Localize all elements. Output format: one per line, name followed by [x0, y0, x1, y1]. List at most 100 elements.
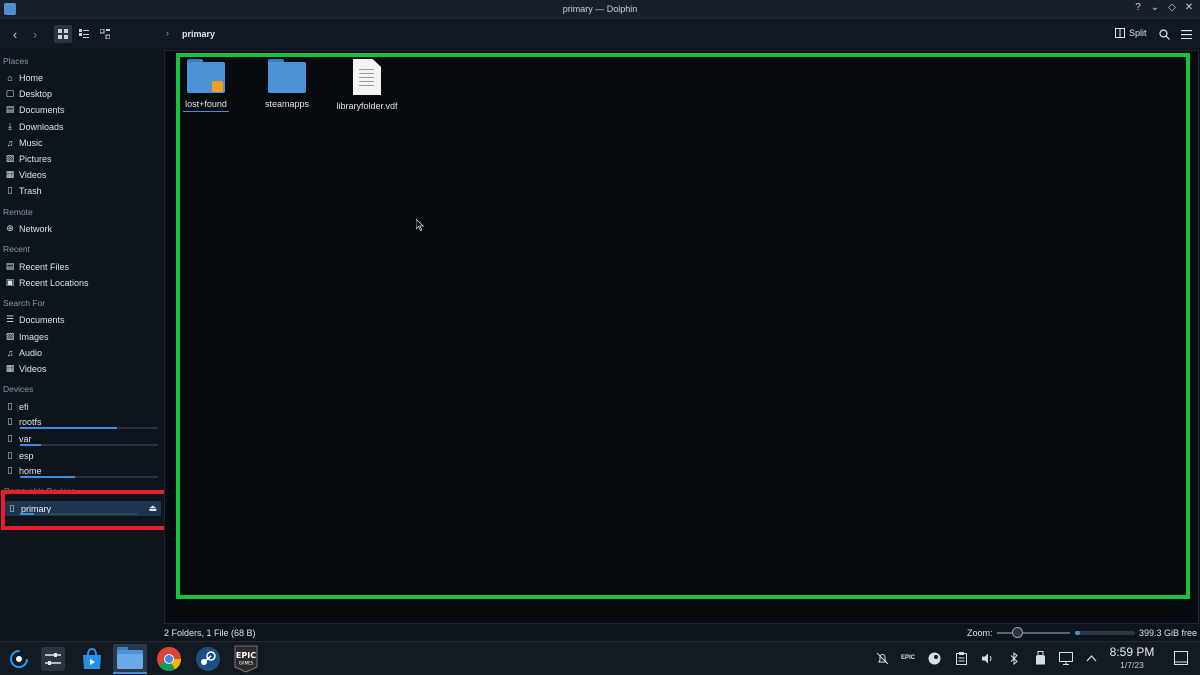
store-icon [83, 647, 101, 669]
breadcrumb-current[interactable]: primary [182, 29, 215, 39]
sidebar-item-documents[interactable]: ▤ Documents [5, 102, 160, 117]
taskbar-chrome[interactable] [152, 644, 186, 674]
icons-view-icon [58, 29, 68, 39]
maximize-button[interactable]: ◇ [1167, 2, 1177, 13]
section-recent: Recent [3, 244, 30, 254]
free-space-bar [1075, 631, 1135, 635]
desktop-icon: ▢ [5, 88, 15, 98]
file-name: steamapps [264, 99, 310, 109]
file-item-libraryfolder[interactable]: libraryfolder.vdf [336, 59, 398, 111]
drive-icon: ▯ [7, 401, 13, 411]
sidebar-item-esp[interactable]: ▯ esp [5, 448, 160, 463]
taskbar: EPIC GAMES EPIC 8:59 PM 1/7/23 [0, 641, 1200, 675]
hamburger-menu-button[interactable] [1179, 25, 1193, 43]
epic-tray-icon[interactable]: EPIC [901, 651, 915, 665]
usage-fill-rootfs [20, 427, 117, 429]
zoom-slider-track[interactable] [997, 632, 1070, 634]
taskbar-epic-games[interactable]: EPIC GAMES [229, 644, 263, 674]
free-space-fill [1075, 631, 1080, 635]
help-button[interactable]: ? [1133, 2, 1143, 13]
show-desktop-icon[interactable] [1173, 650, 1189, 666]
clock[interactable]: 8:59 PM 1/7/23 [1108, 645, 1156, 670]
clipboard-icon[interactable] [954, 651, 968, 665]
trash-icon: ▯ [7, 185, 13, 195]
minimize-button[interactable]: ⌄ [1150, 2, 1160, 13]
folder-app-icon [117, 647, 143, 669]
sidebar-item-downloads[interactable]: ⤓ Downloads [5, 119, 160, 134]
search-button[interactable] [1157, 25, 1171, 43]
file-item-steamapps[interactable]: steamapps [257, 59, 317, 109]
drive-icon: ▯ [7, 465, 13, 475]
folder-locked-icon [187, 59, 225, 93]
back-arrow-icon: ‹ [12, 26, 18, 42]
split-button[interactable]: Split [1115, 28, 1147, 38]
pictures-icon: ▨ [5, 153, 15, 163]
taskbar-dolphin[interactable] [113, 644, 147, 674]
close-button[interactable]: ✕ [1184, 2, 1194, 13]
drive-icon: ▯ [7, 433, 13, 443]
sidebar-item-recent-files[interactable]: ▤ Recent Files [5, 259, 160, 274]
section-remote: Remote [3, 207, 33, 217]
sidebar-item-home[interactable]: ⌂ Home [5, 70, 160, 85]
display-icon[interactable] [1059, 651, 1073, 665]
images-icon: ▨ [5, 331, 15, 341]
sidebar-item-desktop[interactable]: ▢ Desktop [5, 86, 160, 101]
sidebar-item-trash[interactable]: ▯ Trash [5, 183, 160, 198]
toolbar: ‹ › › primary Split [0, 20, 1200, 48]
status-bar: 2 Folders, 1 File (68 B) Zoom: 399.3 GiB… [0, 625, 1200, 641]
highlight-box-red [1, 490, 169, 530]
usb-device-icon[interactable] [1033, 651, 1047, 665]
split-icon [1115, 28, 1125, 38]
steamos-icon [10, 650, 28, 668]
back-button[interactable]: ‹ [8, 25, 22, 43]
details-view-button[interactable] [97, 25, 113, 43]
file-name: libraryfolder.vdf [336, 101, 398, 111]
steam-tray-icon[interactable] [927, 651, 941, 665]
usage-bar-home [20, 476, 158, 478]
file-item-lost-found[interactable]: lost+found [176, 59, 236, 112]
sidebar-item-recent-locations[interactable]: ▣ Recent Locations [5, 275, 160, 290]
downloads-icon: ⤓ [8, 121, 12, 131]
sidebar-item-pictures[interactable]: ▨ Pictures [5, 151, 160, 166]
split-label: Split [1129, 28, 1147, 38]
details-view-icon [100, 29, 110, 39]
videos-icon: ▦ [5, 169, 15, 179]
sidebar-item-network[interactable]: ⊕ Network [5, 221, 160, 236]
compact-view-icon [79, 29, 89, 38]
chrome-icon [157, 647, 181, 672]
taskbar-system-settings[interactable] [36, 644, 70, 674]
taskbar-discover[interactable] [75, 644, 109, 674]
taskbar-steam[interactable] [191, 644, 225, 674]
icons-view-button[interactable] [54, 25, 72, 43]
forward-button[interactable]: › [28, 25, 42, 43]
window-controls: ? ⌄ ◇ ✕ [1133, 2, 1194, 13]
bluetooth-icon[interactable] [1007, 651, 1021, 665]
volume-icon[interactable] [980, 651, 994, 665]
steam-icon [196, 647, 220, 671]
highlight-box-green [176, 53, 1190, 599]
hamburger-menu-icon [1180, 29, 1192, 39]
title-bar: primary — Dolphin ? ⌄ ◇ ✕ [0, 0, 1200, 19]
compact-view-button[interactable] [76, 25, 92, 43]
zoom-slider-handle[interactable] [1012, 627, 1023, 638]
places-panel: Places ⌂ Home ▢ Desktop ▤ Documents ⤓ Downlo… [0, 50, 164, 640]
breadcrumb-separator-icon: › [166, 28, 169, 38]
chevron-up-icon[interactable] [1084, 651, 1098, 665]
clock-time: 8:59 PM [1109, 645, 1155, 659]
sidebar-item-search-audio[interactable]: ♫ Audio [5, 345, 160, 360]
sidebar-item-search-images[interactable]: ▨ Images [5, 329, 160, 344]
sidebar-item-efi[interactable]: ▯ efi [5, 399, 160, 414]
zoom-label: Zoom: [967, 628, 993, 638]
forward-arrow-icon: › [32, 26, 38, 42]
folder-icon [268, 59, 306, 93]
svg-text:GAMES: GAMES [239, 661, 254, 666]
taskbar-steamos-menu[interactable] [2, 644, 36, 674]
usage-bar-var [20, 444, 158, 446]
sidebar-item-music[interactable]: ♫ Music [5, 135, 160, 150]
sidebar-item-videos[interactable]: ▦ Videos [5, 167, 160, 182]
sidebar-item-search-documents[interactable]: ☰ Documents [5, 312, 160, 327]
notifications-muted-icon[interactable] [875, 651, 889, 665]
home-icon: ⌂ [7, 72, 13, 83]
usage-fill-home [20, 476, 76, 478]
sidebar-item-search-videos[interactable]: ▦ Videos [5, 361, 160, 376]
